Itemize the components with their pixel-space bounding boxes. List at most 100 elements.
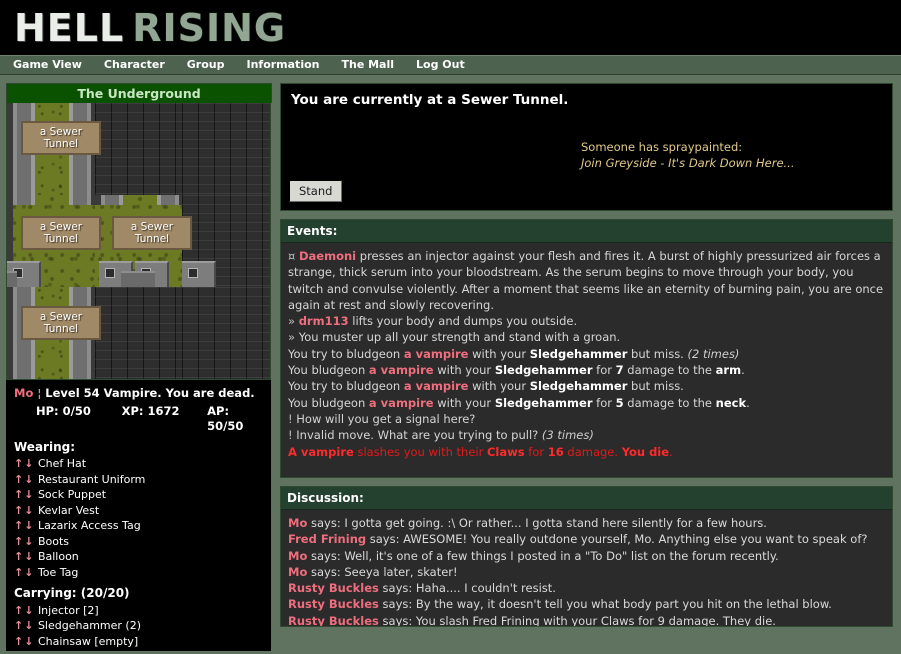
- move-down-icon[interactable]: ↓: [24, 473, 34, 486]
- event-marker: »: [288, 314, 295, 328]
- move-up-icon[interactable]: ↑: [14, 473, 24, 486]
- event-text: damage.: [564, 445, 622, 459]
- map-cell-2-2[interactable]: [182, 287, 270, 379]
- move-up-icon[interactable]: ↑: [14, 535, 24, 548]
- event-text: damage to the: [624, 396, 716, 410]
- event-target: a vampire: [369, 396, 434, 410]
- map-location-label[interactable]: a Sewer Tunnel: [21, 306, 101, 340]
- nav-item-information[interactable]: Information: [246, 56, 332, 74]
- event-weapon: Claws: [487, 445, 525, 459]
- event-text: Invalid move. What are you trying to pul…: [293, 428, 542, 442]
- item-label[interactable]: Boots: [38, 535, 69, 548]
- map-location-label[interactable]: a Sewer Tunnel: [112, 216, 192, 250]
- nav-item-log-out[interactable]: Log Out: [416, 56, 478, 74]
- item-label[interactable]: Balloon: [38, 550, 79, 563]
- carrying-item-assault-rifle: ↑↓ Assault Rifle [empty]: [14, 649, 265, 651]
- game-map[interactable]: a Sewer Tunnel a Sewer Tunnel a Sewer Tu…: [6, 103, 271, 380]
- right-column: You are currently at a Sewer Tunnel. Som…: [277, 77, 901, 654]
- item-label[interactable]: Sock Puppet: [38, 488, 106, 501]
- chat-speaker[interactable]: Mo: [288, 516, 307, 530]
- move-down-icon[interactable]: ↓: [24, 550, 34, 563]
- move-down-icon[interactable]: ↓: [24, 504, 34, 517]
- move-up-icon[interactable]: ↑: [14, 457, 24, 470]
- events-panel: Events: ¤ Daemoni presses an injector ag…: [280, 219, 893, 478]
- map-cell-0-1[interactable]: [95, 103, 183, 195]
- item-label[interactable]: Chainsaw [empty]: [38, 635, 138, 648]
- discussion-panel: Discussion: Mo says: I gotta get going. …: [280, 486, 893, 627]
- item-label[interactable]: Kevlar Vest: [38, 504, 99, 517]
- item-label[interactable]: Lazarix Access Tag: [38, 519, 141, 532]
- chat-speaker[interactable]: Rusty Buckles: [288, 581, 379, 595]
- move-up-icon[interactable]: ↑: [14, 619, 24, 632]
- move-down-icon[interactable]: ↓: [24, 650, 34, 651]
- chat-text: says: I gotta get going. :\ Or rather...…: [307, 516, 767, 530]
- events-log: ¤ Daemoni presses an injector against yo…: [281, 243, 892, 477]
- move-up-icon[interactable]: ↑: [14, 635, 24, 648]
- wearing-item-toe-tag: ↑↓ Toe Tag: [14, 565, 265, 581]
- event-weapon: Sledgehammer: [530, 379, 628, 393]
- move-down-icon[interactable]: ↓: [24, 457, 34, 470]
- map-cell-2-1[interactable]: [95, 287, 183, 379]
- map-location-label[interactable]: a Sewer Tunnel: [21, 121, 101, 155]
- chat-text: says: AWESOME! You really outdone yourse…: [366, 532, 867, 546]
- move-down-icon[interactable]: ↓: [24, 566, 34, 579]
- event-text: but miss.: [627, 379, 683, 393]
- graffiti-text: Join Greyside - It's Dark Down Here...: [581, 155, 795, 171]
- event-text: for: [592, 396, 615, 410]
- move-up-icon[interactable]: ↑: [14, 604, 24, 617]
- event-actor[interactable]: Daemoni: [299, 249, 356, 263]
- chat-message: Rusty Buckles says: You slash Fred Frini…: [288, 613, 885, 626]
- event-line: You bludgeon a vampire with your Sledgeh…: [288, 395, 885, 411]
- chat-speaker[interactable]: Mo: [288, 549, 307, 563]
- item-label[interactable]: Toe Tag: [38, 566, 78, 579]
- move-up-icon[interactable]: ↑: [14, 504, 24, 517]
- item-label[interactable]: Chef Hat: [38, 457, 86, 470]
- event-text: You bludgeon: [288, 396, 369, 410]
- event-damage: 7: [616, 363, 624, 377]
- wearing-item-lazarix-access-tag: ↑↓ Lazarix Access Tag: [14, 518, 265, 534]
- move-down-icon[interactable]: ↓: [24, 619, 34, 632]
- move-up-icon[interactable]: ↑: [14, 550, 24, 563]
- chat-speaker[interactable]: Mo: [288, 565, 307, 579]
- stand-button[interactable]: Stand: [289, 180, 342, 202]
- event-line: » drm113 lifts your body and dumps you o…: [288, 313, 885, 329]
- chat-speaker[interactable]: Rusty Buckles: [288, 597, 379, 611]
- chat-message: Fred Frining says: AWESOME! You really o…: [288, 531, 885, 547]
- ap-value: 50/50: [207, 419, 243, 433]
- move-up-icon[interactable]: ↑: [14, 488, 24, 501]
- wearing-item-kevlar-vest: ↑↓ Kevlar Vest: [14, 503, 265, 519]
- carrying-item-injector: ↑↓ Injector [2]: [14, 603, 265, 619]
- item-label[interactable]: Sledgehammer (2): [38, 619, 141, 632]
- move-up-icon[interactable]: ↑: [14, 566, 24, 579]
- map-cell-0-2[interactable]: [182, 103, 270, 195]
- move-down-icon[interactable]: ↓: [24, 519, 34, 532]
- move-down-icon[interactable]: ↓: [24, 635, 34, 648]
- hp-label: HP:: [36, 404, 59, 418]
- move-up-icon[interactable]: ↑: [14, 650, 24, 651]
- nav-item-group[interactable]: Group: [187, 56, 238, 74]
- character-stats-panel: Mo ¦ Level 54 Vampire. You are dead. HP:…: [6, 380, 271, 651]
- stone-fixtures-left: [7, 253, 95, 287]
- event-text: You try to bludgeon: [288, 347, 404, 361]
- chat-speaker[interactable]: Fred Frining: [288, 532, 366, 546]
- site-header: HELLRISING: [0, 0, 901, 55]
- map-location-label[interactable]: a Sewer Tunnel: [21, 216, 101, 250]
- map-cell-1-2[interactable]: [182, 195, 270, 287]
- move-up-icon[interactable]: ↑: [14, 519, 24, 532]
- move-down-icon[interactable]: ↓: [24, 488, 34, 501]
- event-text: with your: [434, 363, 495, 377]
- nav-item-game-view[interactable]: Game View: [13, 56, 95, 74]
- discussion-header: Discussion:: [281, 487, 892, 510]
- event-actor[interactable]: drm113: [299, 314, 349, 328]
- event-weapon: Sledgehammer: [530, 347, 628, 361]
- move-down-icon[interactable]: ↓: [24, 535, 34, 548]
- item-label[interactable]: Injector [2]: [38, 604, 99, 617]
- chat-speaker[interactable]: Rusty Buckles: [288, 614, 379, 626]
- item-label[interactable]: Restaurant Uniform: [38, 473, 145, 486]
- move-down-icon[interactable]: ↓: [24, 604, 34, 617]
- nav-item-the-mall[interactable]: The Mall: [341, 56, 407, 74]
- nav-item-character[interactable]: Character: [104, 56, 178, 74]
- chat-text: says: Haha.... I couldn't resist.: [379, 581, 556, 595]
- current-location-heading: You are currently at a Sewer Tunnel.: [291, 92, 882, 108]
- item-label[interactable]: Assault Rifle [empty]: [38, 650, 153, 651]
